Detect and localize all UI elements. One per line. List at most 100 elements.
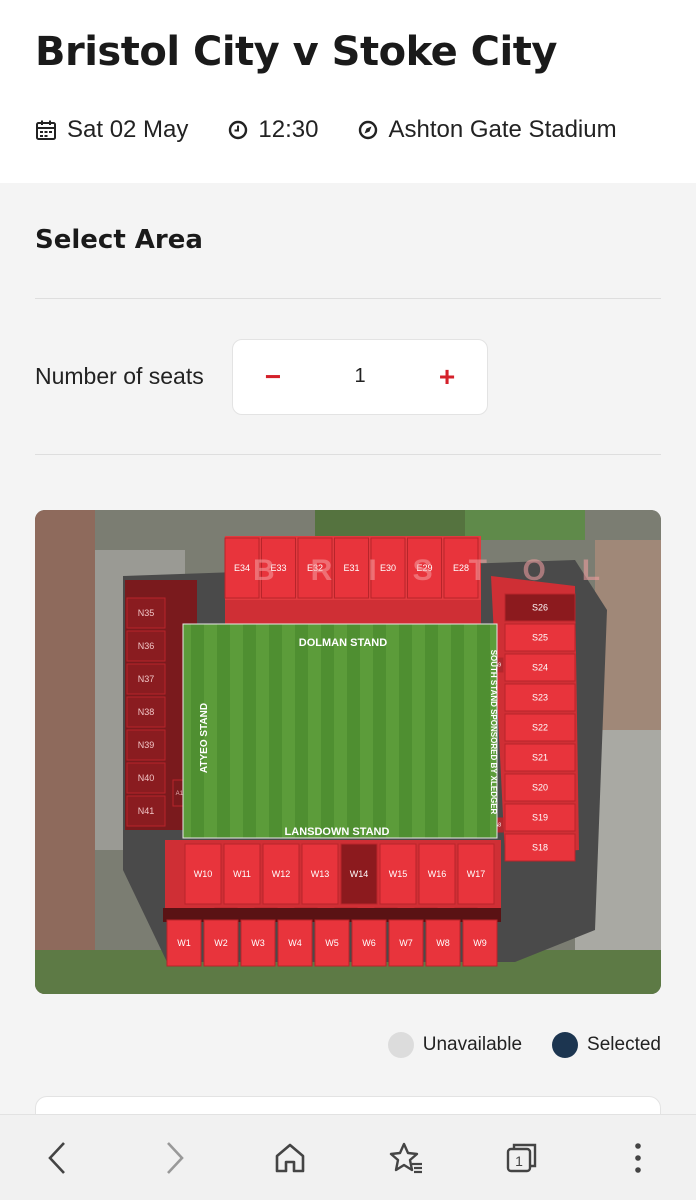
- menu-button[interactable]: [613, 1133, 663, 1183]
- pitch: [182, 623, 498, 839]
- seat-block-label: S20: [532, 783, 548, 793]
- pitch-field-top: [465, 510, 585, 540]
- seat-block-w13[interactable]: W13: [301, 843, 339, 905]
- seat-block-label: W16: [428, 869, 447, 879]
- lansdown-stand-label: LANSDOWN STAND: [285, 826, 390, 838]
- seat-block-n37[interactable]: N37: [126, 663, 166, 695]
- stadium-map: E34E33E32E31E30E29E28A11A10 BRISTOL N35N…: [35, 510, 661, 994]
- menu-icon: [635, 1142, 641, 1173]
- seat-block-label: S23: [532, 693, 548, 703]
- seat-block-w17[interactable]: W17: [457, 843, 495, 905]
- seat-block-n39[interactable]: N39: [126, 729, 166, 761]
- select-area-panel: Select Area Number of seats − 1 + E34 E3…: [0, 183, 696, 1058]
- selected-swatch: [552, 1032, 579, 1058]
- seat-block-w9[interactable]: W9: [462, 919, 498, 967]
- seat-block-w8[interactable]: W8: [425, 919, 461, 967]
- seat-block-label: N40: [138, 773, 155, 783]
- trees-top: [315, 510, 465, 538]
- roof-lettering: BRISTOL: [253, 554, 636, 587]
- seat-block-label: W14: [350, 869, 369, 879]
- seat-block-s19[interactable]: S19: [504, 803, 576, 832]
- seat-block-s21[interactable]: S21: [504, 743, 576, 772]
- event-title: Bristol City v Stoke City: [35, 29, 557, 75]
- seat-block-w6[interactable]: W6: [351, 919, 387, 967]
- event-time-text: 12:30: [258, 116, 319, 143]
- home-icon: [275, 1143, 305, 1172]
- seat-block-label: W15: [389, 869, 408, 879]
- seat-block-w4[interactable]: W4: [277, 919, 313, 967]
- seat-block-s23[interactable]: S23: [504, 683, 576, 712]
- seat-block-w2[interactable]: W2: [203, 919, 239, 967]
- seat-block-s18[interactable]: S18: [504, 833, 576, 862]
- lansdown-stand-blocks: W10W11W12W13W14W15W16W17A7A5A6A3A2A1A4 W…: [163, 840, 501, 967]
- event-date: Sat 02 May: [35, 116, 188, 144]
- seat-block-n38[interactable]: N38: [126, 696, 166, 728]
- south-stand-label: SOUTH STAND SPONSORED BY XLEDGER: [489, 650, 498, 815]
- seat-block-label: N36: [138, 641, 155, 651]
- legend-unavailable: Unavailable: [387, 1032, 523, 1058]
- seat-block-s20[interactable]: S20: [504, 773, 576, 802]
- map-legend: Unavailable Selected: [35, 1032, 661, 1058]
- seat-block-w11[interactable]: W11: [223, 843, 261, 905]
- bookmarks-button[interactable]: [381, 1133, 431, 1183]
- back-icon: [48, 1141, 65, 1174]
- seat-block-w1[interactable]: W1: [166, 919, 202, 967]
- seat-count-row: Number of seats − 1 +: [35, 299, 661, 455]
- seat-block-w15[interactable]: W15: [379, 843, 417, 905]
- seat-block-label: N35: [138, 608, 155, 618]
- atyeo-stand-label: ATYEO STAND: [199, 703, 210, 773]
- seat-block-label: W12: [272, 869, 291, 879]
- seat-block-label: W6: [362, 938, 376, 948]
- seat-block-label: S26: [532, 603, 548, 613]
- event-venue: Ashton Gate Stadium: [358, 116, 617, 144]
- seat-block-label: W10: [194, 869, 213, 879]
- seat-block-label: W11: [233, 869, 251, 879]
- seat-block-w10[interactable]: W10: [184, 843, 222, 905]
- seat-block-label: W5: [325, 938, 339, 948]
- seat-block-w3[interactable]: W3: [240, 919, 276, 967]
- seat-block-label: N41: [138, 806, 155, 816]
- event-date-text: Sat 02 May: [67, 116, 189, 143]
- seat-block-label: N38: [138, 707, 155, 717]
- forward-icon: [167, 1141, 184, 1174]
- seat-block-n40[interactable]: N40: [126, 762, 166, 794]
- seat-block-s24[interactable]: S24: [504, 653, 576, 682]
- decrease-seats-button[interactable]: −: [261, 362, 285, 390]
- calendar-icon: [36, 120, 56, 140]
- seat-block-s25[interactable]: S25: [504, 623, 576, 652]
- home-button[interactable]: [265, 1133, 315, 1183]
- seat-block-w7[interactable]: W7: [388, 919, 424, 967]
- housing-left: [35, 510, 95, 994]
- seat-block-w14[interactable]: W14: [340, 843, 378, 905]
- seat-block-w16[interactable]: W16: [418, 843, 456, 905]
- seat-block-label: E34: [234, 563, 250, 573]
- tabs-button[interactable]: 1: [497, 1133, 547, 1183]
- forward-button[interactable]: [149, 1133, 199, 1183]
- seat-block-label: S21: [532, 753, 548, 763]
- seat-block-n41[interactable]: N41: [126, 795, 166, 827]
- seat-block-s22[interactable]: S22: [504, 713, 576, 742]
- seat-block-w12[interactable]: W12: [262, 843, 300, 905]
- seat-block-label: S18: [532, 843, 548, 853]
- seat-count-value: 1: [354, 365, 366, 387]
- seat-block-label: S24: [532, 663, 548, 673]
- bookmarks-icon: [389, 1142, 422, 1173]
- seat-block-label: W4: [288, 938, 302, 948]
- seat-block-label: W13: [311, 869, 330, 879]
- event-header: Bristol City v Stoke City Sat 02 May 12:…: [0, 0, 696, 183]
- dolman-stand-label: DOLMAN STAND: [299, 637, 387, 649]
- seat-block-n36[interactable]: N36: [126, 630, 166, 662]
- back-button[interactable]: [33, 1133, 83, 1183]
- unavailable-label: Unavailable: [422, 1034, 523, 1055]
- seat-block-n35[interactable]: N35: [126, 597, 166, 629]
- selected-label: Selected: [587, 1034, 661, 1055]
- stadium-map-svg: E34E33E32E31E30E29E28A11A10 BRISTOL N35N…: [35, 510, 661, 994]
- seats-label: Number of seats: [35, 363, 204, 389]
- south-stand-blocks: S26S25S24S23S22S21S20S19S18A9A8: [491, 576, 579, 862]
- seat-block-s26[interactable]: S26: [504, 593, 576, 622]
- seat-block-label: N39: [138, 740, 155, 750]
- seat-block-label: W7: [399, 938, 413, 948]
- seat-block-w5[interactable]: W5: [314, 919, 350, 967]
- unavailable-swatch: [387, 1032, 414, 1058]
- increase-seats-button[interactable]: +: [435, 362, 459, 390]
